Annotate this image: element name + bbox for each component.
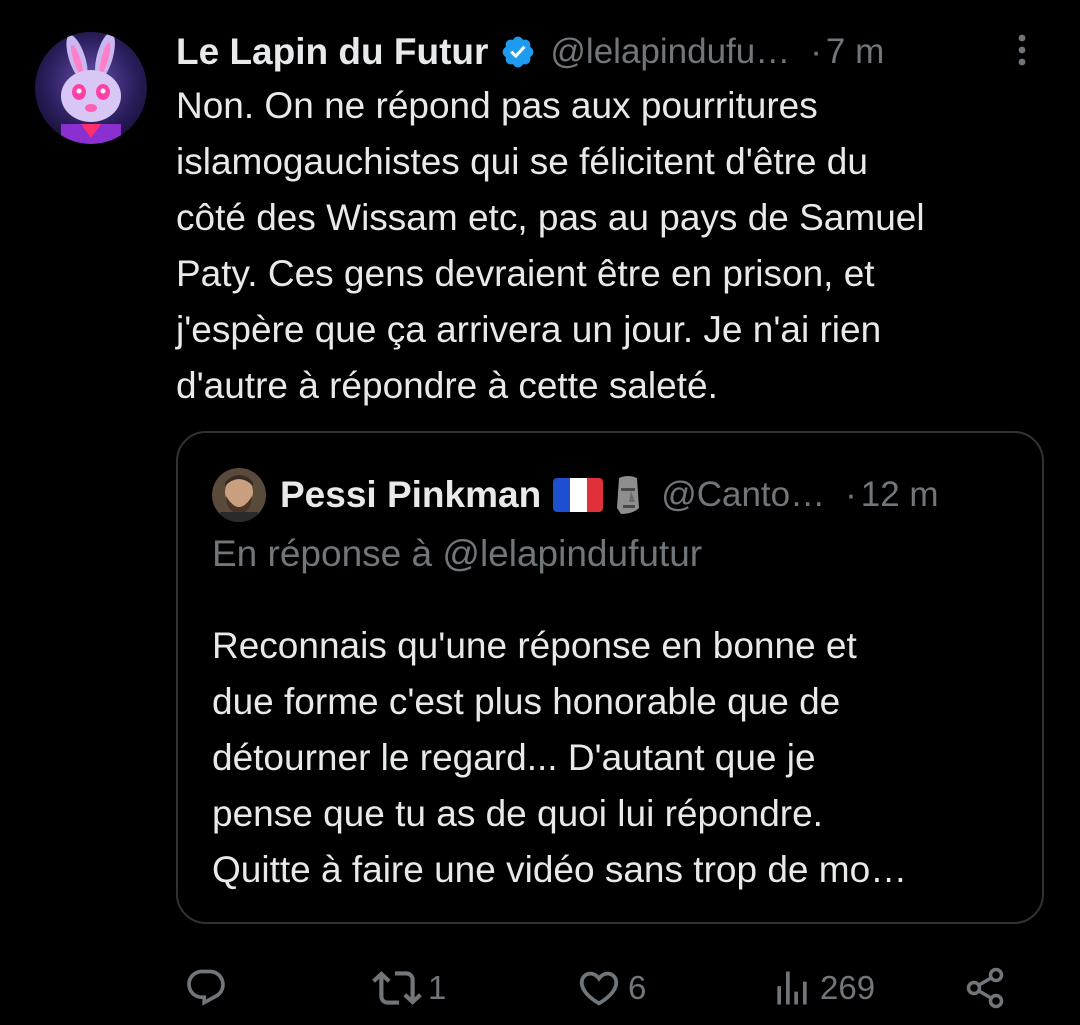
- moai-icon: [611, 474, 645, 516]
- quoted-tweet[interactable]: Pessi Pinkman @Canto… · 12 m En réponse …: [176, 431, 1044, 924]
- france-flag-icon: [553, 478, 604, 512]
- views-button[interactable]: 269: [770, 963, 875, 1013]
- author-avatar[interactable]: [35, 32, 147, 144]
- action-bar: 1 6 269: [0, 955, 1080, 1019]
- quoted-tweet-text: Reconnais qu'une réponse en bonne et due…: [212, 625, 908, 890]
- tweet-timestamp[interactable]: 7 m: [826, 32, 884, 72]
- quoted-author-handle[interactable]: @Canto…: [661, 475, 825, 515]
- author-name[interactable]: Le Lapin du Futur: [176, 31, 488, 73]
- more-options-icon[interactable]: [1010, 30, 1034, 70]
- share-icon: [966, 967, 1004, 1009]
- tweet-text: Non. On ne répond pas aux pourritures is…: [176, 85, 925, 406]
- quoted-author-name[interactable]: Pessi Pinkman: [280, 474, 541, 516]
- reply-button[interactable]: [184, 963, 234, 1013]
- reply-icon: [187, 969, 225, 1006]
- views-icon: [777, 971, 807, 1005]
- separator-dot: ·: [810, 32, 822, 71]
- tweet-header: Le Lapin du Futur @lelapindufu… · 7 m: [176, 20, 1046, 84]
- author-handle[interactable]: @lelapindufu…: [550, 32, 790, 72]
- like-button[interactable]: 6: [576, 963, 646, 1013]
- share-button[interactable]: [964, 963, 1008, 1013]
- retweet-button[interactable]: 1: [372, 963, 446, 1013]
- reply-to-label[interactable]: En réponse à @lelapindufutur: [212, 533, 702, 575]
- retweet-icon: [372, 971, 422, 1005]
- views-count: 269: [820, 969, 876, 1006]
- retweet-count: 1: [428, 969, 447, 1006]
- quoted-tweet-timestamp[interactable]: 12 m: [861, 475, 939, 515]
- heart-icon: [579, 971, 619, 1006]
- quoted-tweet-header: Pessi Pinkman @Canto… · 12 m: [212, 467, 939, 523]
- verified-badge-icon: [500, 34, 536, 70]
- like-count: 6: [628, 969, 647, 1006]
- tweet[interactable]: Le Lapin du Futur @lelapindufu… · 7 m No…: [0, 0, 1080, 1025]
- quoted-author-avatar[interactable]: [212, 468, 266, 522]
- separator-dot: ·: [845, 475, 857, 514]
